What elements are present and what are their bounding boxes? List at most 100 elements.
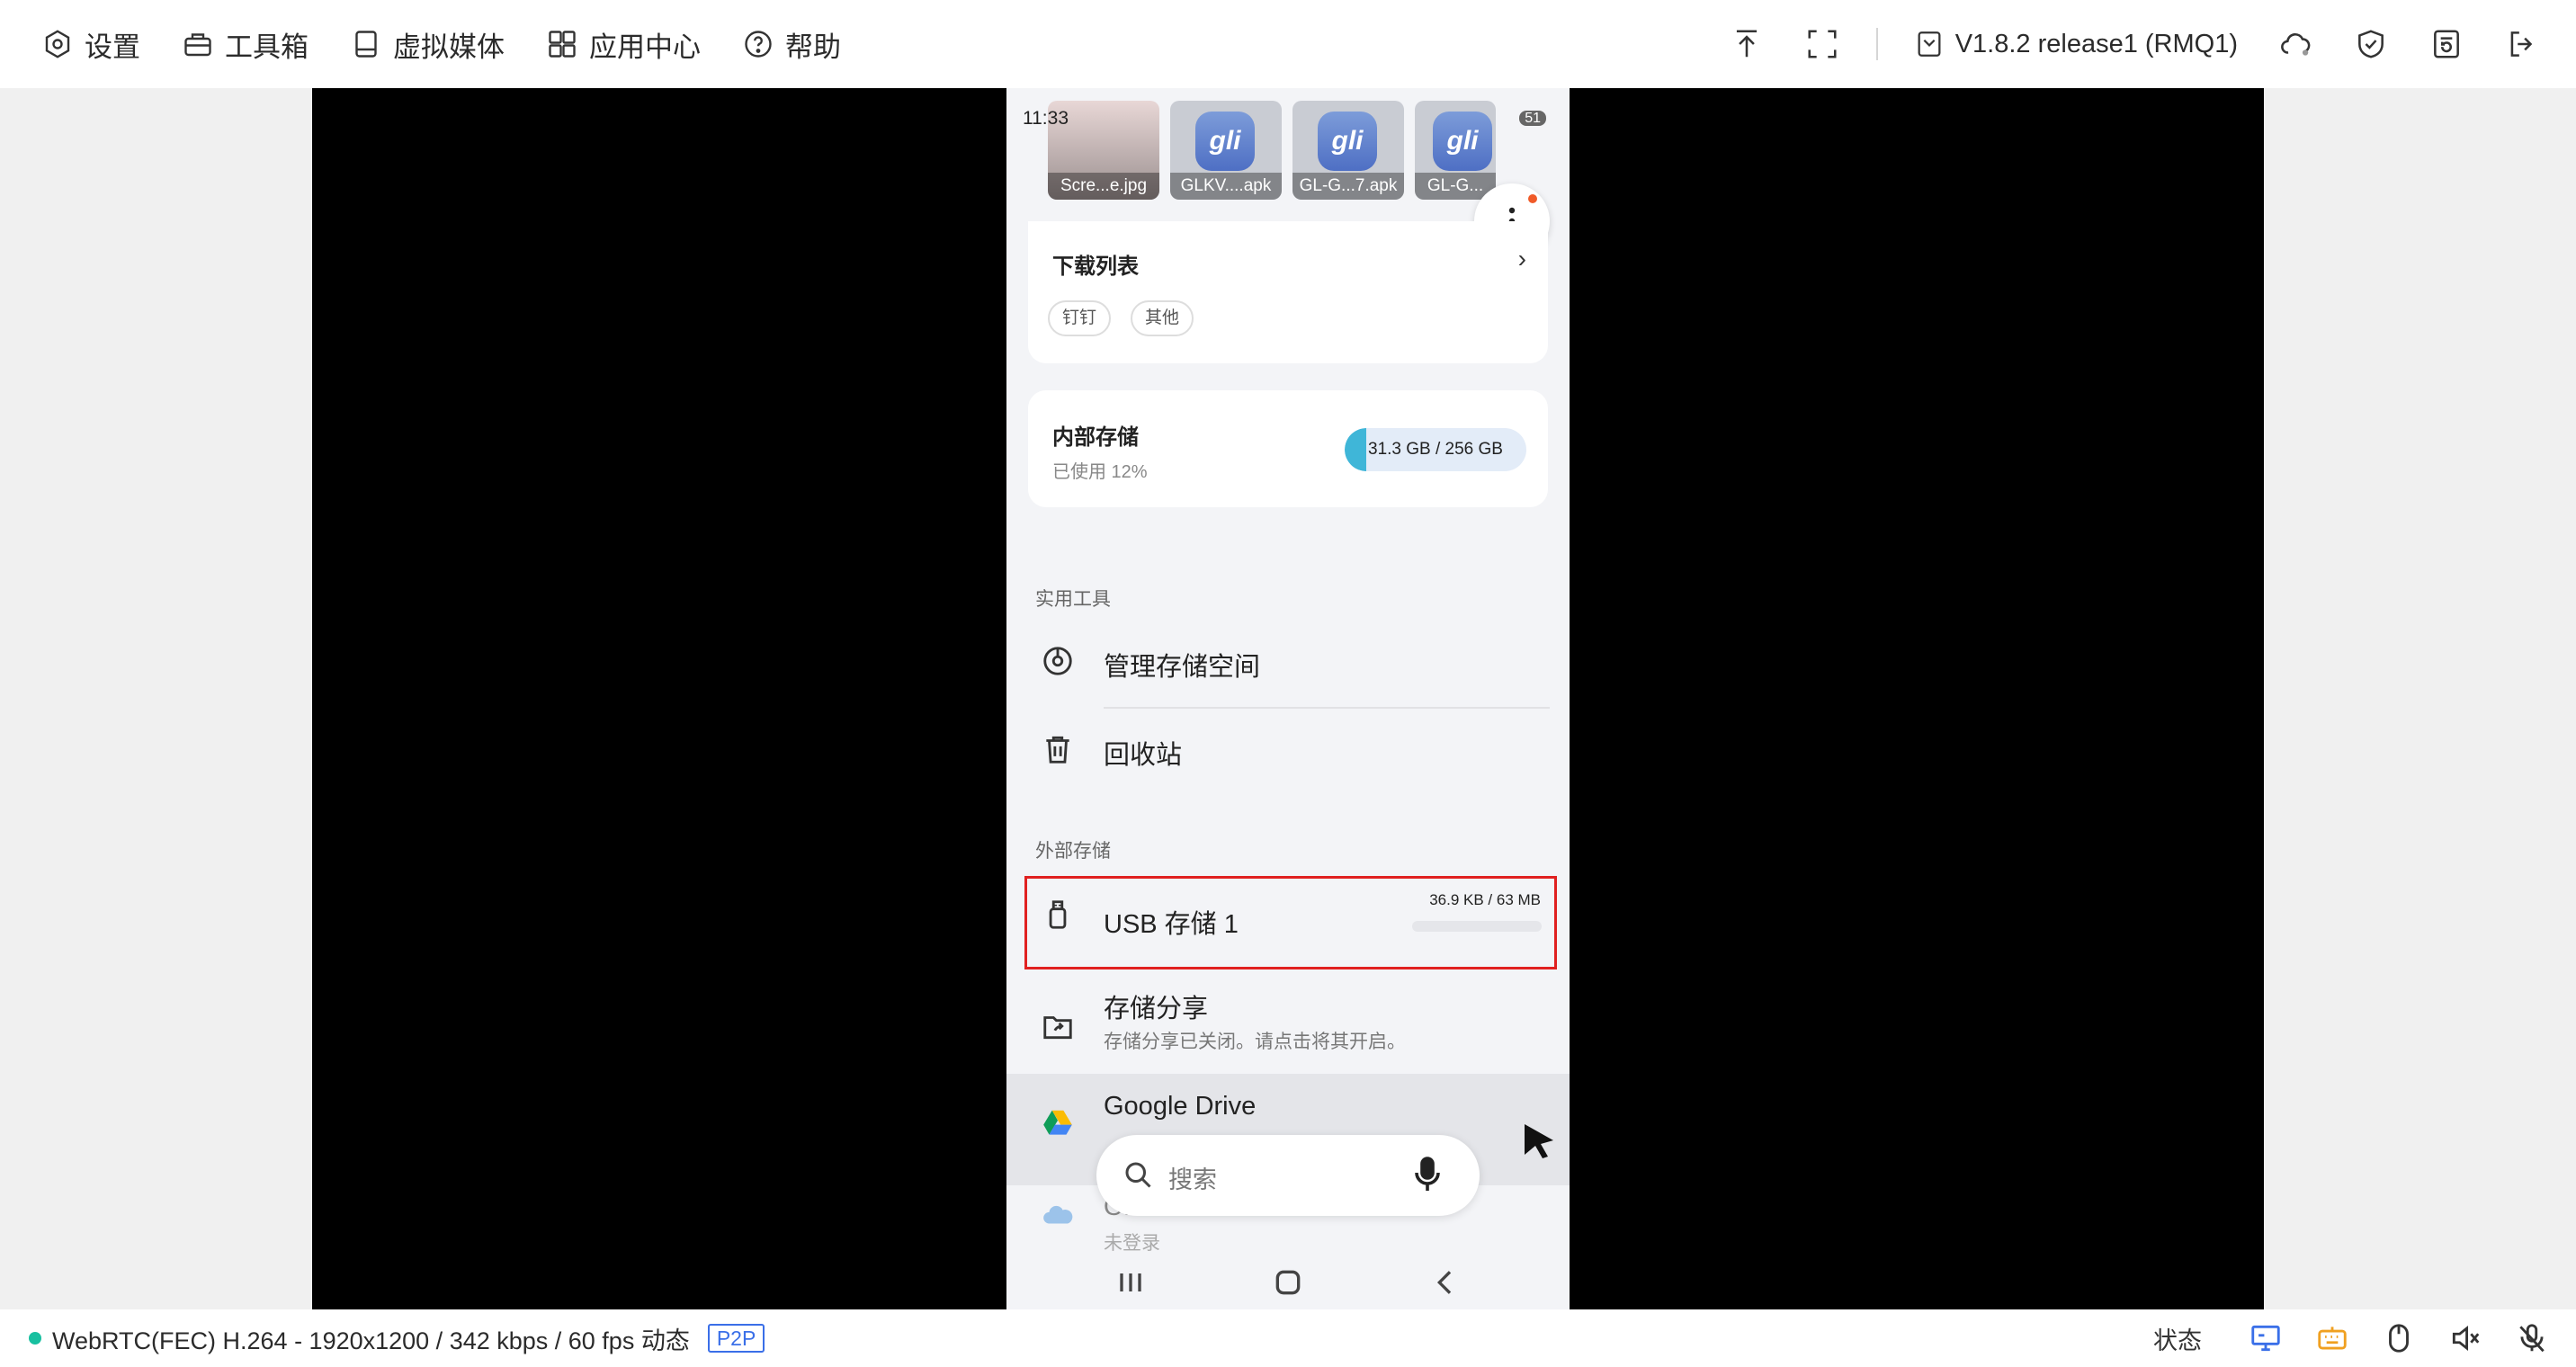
monitor-button[interactable] [2249, 1321, 2283, 1355]
google-drive-label: Google Drive [1104, 1092, 1257, 1121]
toolbox-icon [184, 33, 211, 57]
history-icon [2434, 30, 2459, 58]
version-info[interactable]: V1.8.2 release1 (RMQ1) [1914, 29, 2238, 59]
recent-file-thumbnail[interactable]: gli GLKV....apk [1170, 101, 1282, 200]
settings-icon [45, 30, 70, 58]
recent-file-thumbnail[interactable]: gli GL-G...7.apk [1292, 101, 1404, 200]
status-actions: 状态 [2153, 1309, 2549, 1367]
upload-button[interactable] [1729, 26, 1765, 62]
thumbnail-caption: GL-G...7.apk [1292, 173, 1404, 200]
list-item-recycle-bin[interactable]: 回收站 [1006, 712, 1570, 799]
storage-share-label: 存储分享 [1104, 995, 1209, 1023]
list-item-storage-share[interactable]: 存储分享 存储分享已关闭。请点击将其开启。 [1006, 978, 1570, 1074]
mute-button[interactable] [2448, 1321, 2482, 1355]
section-tools-label: 实用工具 [1035, 589, 1111, 610]
mouse-button[interactable] [2382, 1321, 2416, 1355]
history-button[interactable] [2428, 26, 2464, 62]
cloud-icon [2281, 33, 2311, 56]
fullscreen-icon [1808, 30, 1837, 58]
storage-capacity: 31.3 GB / 256 GB [1368, 440, 1503, 459]
onedrive-subtitle: 未登录 [1104, 1233, 1160, 1254]
chevron-right-icon: › [1517, 245, 1526, 273]
version-icon [1918, 31, 1941, 57]
storage-share-subtitle: 存储分享已关闭。请点击将其开启。 [1104, 1032, 1406, 1052]
nav-app-center-label: 应用中心 [589, 31, 701, 63]
status-label[interactable]: 状态 [2153, 1321, 2202, 1356]
divider [1104, 707, 1550, 709]
virtual-media-icon [355, 31, 377, 58]
internal-storage-title: 内部存储 [1052, 425, 1139, 450]
nav-help[interactable]: 帮助 [742, 24, 841, 65]
toolbar-actions: V1.8.2 release1 (RMQ1) [1689, 0, 2540, 88]
microphone-icon[interactable] [1413, 1157, 1442, 1193]
notification-dot [1528, 194, 1537, 203]
nav-app-center[interactable]: 应用中心 [546, 24, 701, 65]
thumbnail-caption: Scre...e.jpg [1048, 173, 1159, 200]
cloud-button[interactable] [2277, 26, 2313, 62]
main-nav: 设置 工具箱 虚拟媒体 应用中心 帮助 [0, 24, 841, 65]
storage-usage-pill: 31.3 GB / 256 GB [1345, 428, 1526, 471]
section-external-label: 外部存储 [1035, 841, 1111, 862]
fullscreen-button[interactable] [1804, 26, 1840, 62]
logout-icon [2510, 31, 2533, 57]
microphone-muted-button[interactable] [2515, 1321, 2549, 1355]
storage-manage-icon [1043, 647, 1072, 675]
version-label: V1.8.2 release1 (RMQ1) [1954, 29, 2238, 58]
search-bar[interactable]: 搜索 [1096, 1135, 1480, 1216]
mouse-icon [2389, 1324, 2409, 1353]
download-list-card[interactable]: 下载列表 › 钉钉 其他 [1028, 221, 1548, 363]
nav-toolbox[interactable]: 工具箱 [182, 24, 309, 65]
recent-file-thumbnail[interactable]: gli GL-G... [1415, 101, 1496, 200]
help-icon [745, 31, 772, 58]
logout-button[interactable] [2504, 26, 2540, 62]
microphone-muted-icon [2519, 1324, 2545, 1353]
thumbnail-caption: GLKV....apk [1170, 173, 1282, 200]
nav-toolbox-label: 工具箱 [225, 31, 309, 63]
security-button[interactable] [2353, 26, 2389, 62]
bottom-status-bar: WebRTC(FEC) H.264 - 1920x1200 / 342 kbps… [0, 1309, 2576, 1367]
storage-usage-fill [1345, 428, 1367, 471]
nav-virtual-media-label: 虚拟媒体 [393, 31, 505, 63]
trash-icon [1046, 736, 1069, 764]
internal-storage-card[interactable]: 内部存储 已使用 12% 31.3 GB / 256 GB [1028, 390, 1548, 507]
chip-dingtalk[interactable]: 钉钉 [1048, 300, 1112, 336]
list-item-manage-storage[interactable]: 管理存储空间 [1006, 624, 1570, 710]
folder-share-icon [1043, 1016, 1072, 1040]
arrow-up-icon [1736, 30, 1757, 58]
search-placeholder: 搜索 [1168, 1166, 1217, 1193]
gli-logo-icon: gli [1318, 112, 1377, 171]
app-center-icon [549, 31, 576, 58]
keyboard-button[interactable] [2315, 1321, 2349, 1355]
nav-settings-label: 设置 [85, 31, 140, 63]
stream-info: WebRTC(FEC) H.264 - 1920x1200 / 342 kbps… [52, 1327, 690, 1354]
phone-status-time: 11:33 [1023, 108, 1069, 129]
search-icon [1125, 1162, 1151, 1188]
p2p-badge: P2P [707, 1324, 765, 1353]
monitor-icon [2251, 1325, 2280, 1352]
onedrive-icon [1043, 1205, 1073, 1224]
chip-other[interactable]: 其他 [1131, 300, 1194, 336]
toolbar-divider [1875, 28, 1878, 60]
highlight-box [1024, 876, 1557, 969]
nav-help-label: 帮助 [785, 31, 841, 63]
nav-virtual-media[interactable]: 虚拟媒体 [350, 24, 505, 65]
pointer-cursor-icon [1525, 1124, 1553, 1158]
recycle-bin-label: 回收站 [1104, 741, 1183, 770]
phone-screen[interactable]: Scre...e.jpg gli GLKV....apk gli GL-G...… [1006, 88, 1570, 1309]
speaker-muted-icon [2452, 1325, 2480, 1352]
google-drive-icon [1043, 1110, 1072, 1135]
shield-check-icon [2358, 30, 2384, 58]
top-toolbar: 设置 工具箱 虚拟媒体 应用中心 帮助 V1.8.2 release1 (RMQ… [0, 0, 2576, 88]
nav-settings[interactable]: 设置 [41, 24, 140, 65]
download-list-title: 下载列表 [1052, 255, 1139, 279]
keyboard-icon [2318, 1327, 2347, 1350]
android-nav-bar [1006, 1255, 1570, 1309]
internal-storage-used: 已使用 12% [1052, 462, 1148, 482]
gli-logo-icon: gli [1195, 112, 1255, 171]
connection-indicator [29, 1332, 41, 1345]
home-icon[interactable] [1270, 1264, 1306, 1300]
phone-battery: 51 [1519, 108, 1546, 128]
recents-icon[interactable] [1113, 1264, 1149, 1300]
back-icon[interactable] [1427, 1264, 1463, 1300]
battery-level: 51 [1519, 111, 1546, 126]
